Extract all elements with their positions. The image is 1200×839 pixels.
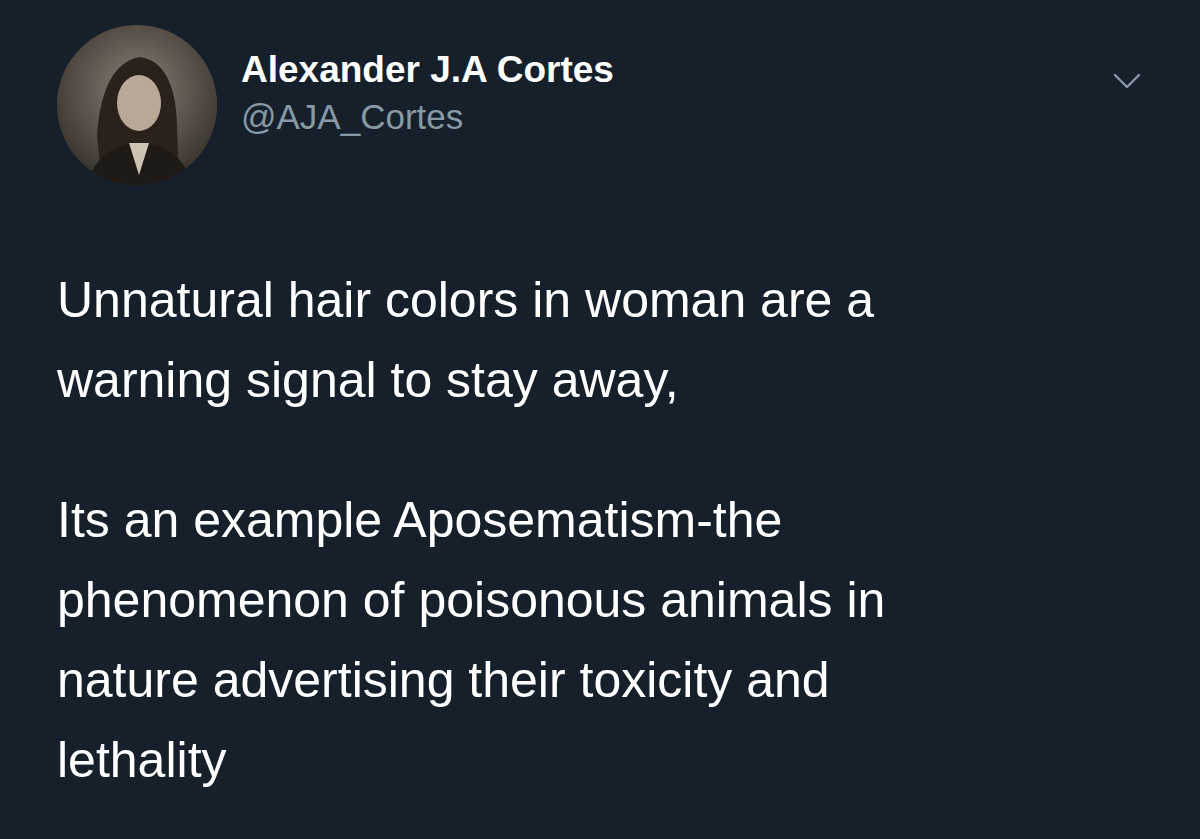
tweet-line: warning signal to stay away,: [57, 340, 1145, 420]
tweet-line: lethality: [57, 720, 1145, 800]
tweet-text: Unnatural hair colors in woman are awarn…: [57, 260, 1145, 800]
tweet-paragraph: Unnatural hair colors in woman are awarn…: [57, 260, 1145, 420]
avatar-icon[interactable]: [57, 25, 217, 185]
tweet-paragraph: Its an example Aposematism-thephenomenon…: [57, 480, 1145, 800]
author-block: Alexander J.A Cortes @AJA_Cortes: [217, 25, 1109, 141]
author-name[interactable]: Alexander J.A Cortes: [241, 47, 1109, 93]
chevron-down-icon[interactable]: [1109, 63, 1145, 99]
tweet: Alexander J.A Cortes @AJA_Cortes Unnatur…: [0, 0, 1200, 800]
tweet-line: phenomenon of poisonous animals in: [57, 560, 1145, 640]
tweet-line: Unnatural hair colors in woman are a: [57, 260, 1145, 340]
author-handle[interactable]: @AJA_Cortes: [241, 93, 1109, 140]
tweet-header: Alexander J.A Cortes @AJA_Cortes: [57, 25, 1145, 185]
tweet-line: Its an example Aposematism-the: [57, 480, 1145, 560]
tweet-line: nature advertising their toxicity and: [57, 640, 1145, 720]
